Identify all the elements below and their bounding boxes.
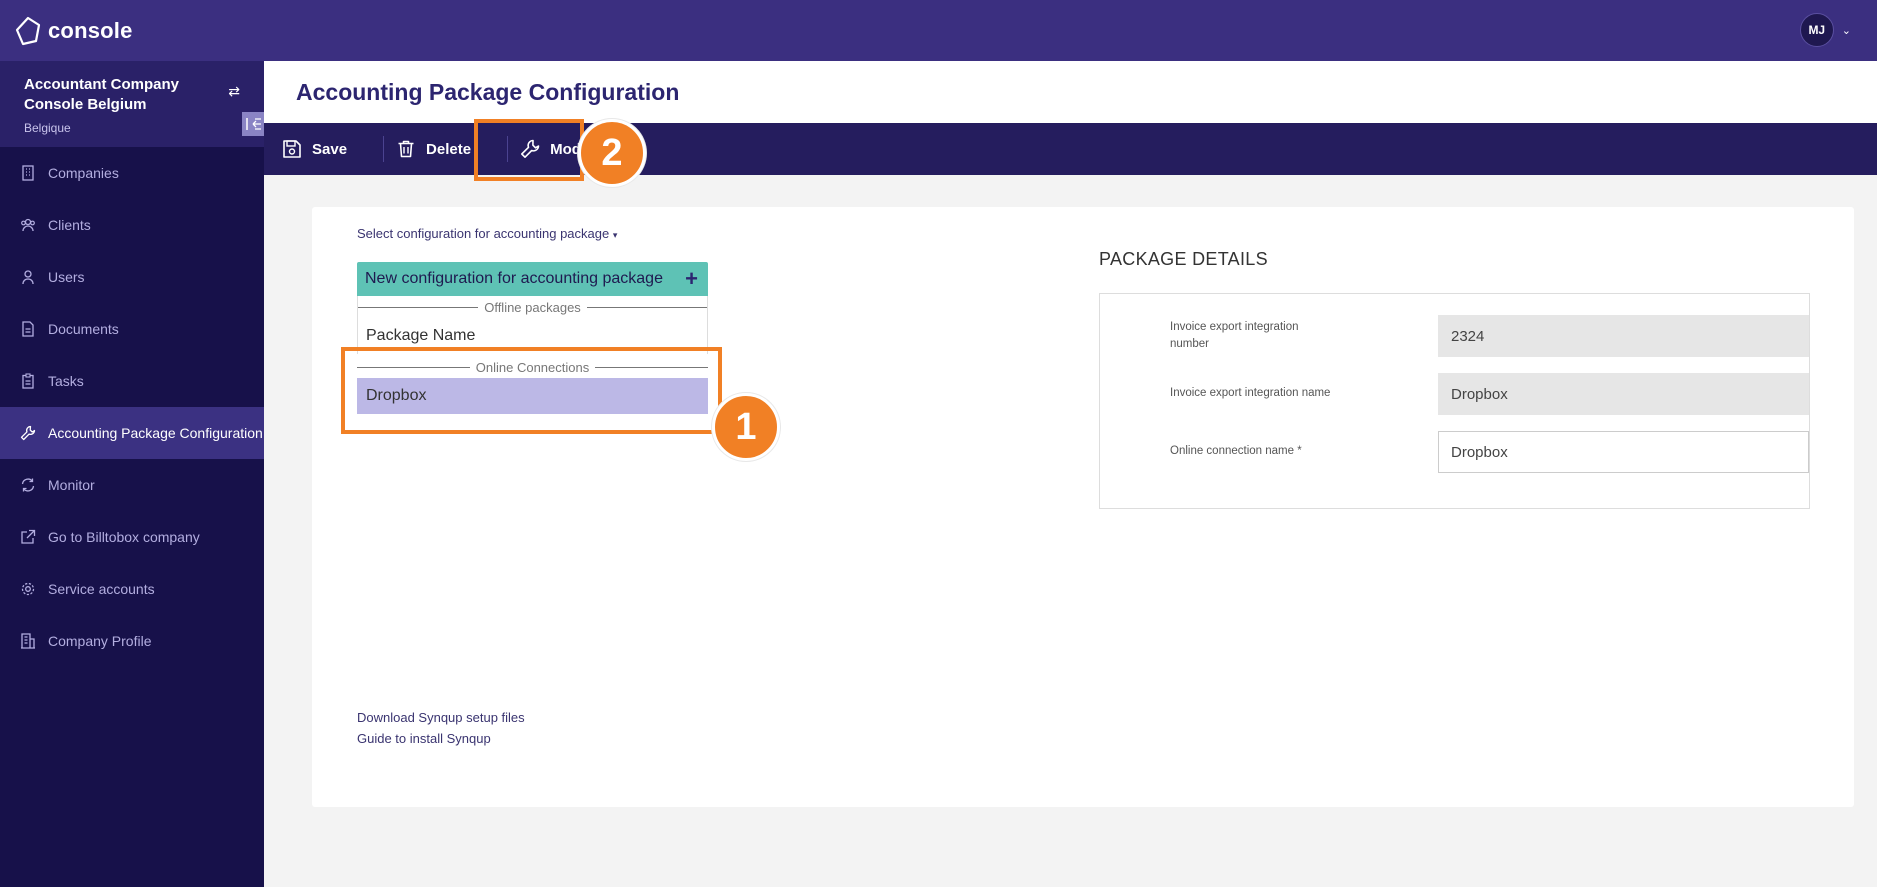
save-label: Save <box>312 140 348 158</box>
toolbar-divider <box>383 136 385 162</box>
logo-text: console <box>48 17 133 43</box>
new-configuration-button[interactable]: New configuration for accounting package… <box>357 262 708 296</box>
building-icon <box>22 165 34 181</box>
plus-icon: + <box>685 266 698 291</box>
collapse-icon <box>246 118 261 130</box>
top-bar: console MJ ⌄ <box>0 0 1877 61</box>
sidebar-item-label: Users <box>48 269 85 285</box>
sidebar-item-label: Documents <box>48 321 119 337</box>
users-group-icon <box>21 218 35 232</box>
sidebar-nav: Companies Clients Users Documents Tasks … <box>0 147 264 667</box>
gear-icon <box>21 582 35 596</box>
field-invoice-export-integration-number: Invoice export integration number 2324 <box>1170 315 1809 357</box>
caret-down-icon: ▾ <box>612 230 618 240</box>
sidebar-item-label: Clients <box>48 217 91 233</box>
page-header: Accounting Package Configuration <box>264 61 1877 123</box>
user-menu[interactable]: MJ ⌄ <box>1799 13 1851 47</box>
offline-packages-header: Offline packages <box>358 296 707 318</box>
switch-company-icon[interactable]: ⇄ <box>228 83 240 100</box>
clipboard-icon <box>22 373 34 389</box>
document-icon <box>22 321 34 337</box>
sidebar-item-accounting-package-configuration[interactable]: Accounting Package Configuration <box>0 407 264 459</box>
console-logo-icon <box>15 16 41 45</box>
collapse-sidebar-button[interactable] <box>242 112 266 136</box>
sidebar-item-go-to-billtobox[interactable]: Go to Billtobox company <box>0 511 264 563</box>
sidebar-item-label: Tasks <box>48 373 84 389</box>
field-label: Invoice export integration number <box>1170 321 1299 350</box>
trash-icon <box>398 140 414 158</box>
online-connection-name-input[interactable]: Dropbox <box>1438 431 1809 473</box>
content-card: Select configuration for accounting pack… <box>312 207 1854 807</box>
select-configuration-dropdown[interactable]: Select configuration for accounting pack… <box>357 226 617 241</box>
sidebar-item-company-profile[interactable]: Company Profile <box>0 615 264 667</box>
sidebar-item-label: Go to Billtobox company <box>48 529 200 545</box>
field-online-connection-name: Online connection name * Dropbox <box>1170 431 1809 473</box>
sidebar-item-companies[interactable]: Companies <box>0 147 264 199</box>
sidebar-item-tasks[interactable]: Tasks <box>0 355 264 407</box>
sidebar-item-monitor[interactable]: Monitor <box>0 459 264 511</box>
new-configuration-label: New configuration for accounting package <box>365 270 663 287</box>
office-building-icon <box>21 633 35 649</box>
company-country: Belgique <box>24 121 71 135</box>
sidebar-item-label: Company Profile <box>48 633 152 649</box>
step-badge-2: 2 <box>578 119 646 187</box>
sidebar-item-users[interactable]: Users <box>0 251 264 303</box>
refresh-icon <box>21 478 35 492</box>
avatar[interactable]: MJ <box>1799 13 1834 47</box>
package-details-title: PACKAGE DETAILS <box>1099 249 1268 269</box>
logo[interactable]: console <box>14 16 133 46</box>
sidebar: Accountant Company Console Belgium Belgi… <box>0 61 266 887</box>
company-switcher: Accountant Company Console Belgium Belgi… <box>0 61 266 147</box>
sidebar-item-clients[interactable]: Clients <box>0 199 264 251</box>
page-title: Accounting Package Configuration <box>296 79 680 105</box>
sidebar-item-label: Service accounts <box>48 581 155 597</box>
modify-highlight-box <box>474 119 584 181</box>
guide-synqup-link[interactable]: Guide to install Synqup <box>357 728 525 749</box>
save-button[interactable]: Save <box>282 123 359 175</box>
select-configuration-label: Select configuration for accounting pack… <box>357 226 610 241</box>
sidebar-item-label: Companies <box>48 165 119 181</box>
external-link-icon <box>21 529 36 544</box>
setup-links: Download Synqup setup files Guide to ins… <box>357 707 525 749</box>
field-label: Online connection name * <box>1170 445 1302 457</box>
user-icon <box>22 270 34 285</box>
package-details-panel: Invoice export integration number 2324 I… <box>1099 293 1810 509</box>
company-name: Accountant Company Console Belgium <box>24 76 180 113</box>
invoice-export-integration-name-input: Dropbox <box>1438 373 1809 415</box>
offline-packages-group: Offline packages Package Name <box>357 296 708 354</box>
field-label: Invoice export integration name <box>1170 387 1331 399</box>
sidebar-item-service-accounts[interactable]: Service accounts <box>0 563 264 615</box>
field-invoice-export-integration-name: Invoice export integration name Dropbox <box>1170 373 1809 415</box>
delete-label: Delete <box>426 140 472 158</box>
package-item-label: Package Name <box>366 327 476 344</box>
chevron-down-icon[interactable]: ⌄ <box>1842 24 1851 37</box>
download-synqup-link[interactable]: Download Synqup setup files <box>357 707 525 728</box>
invoice-export-integration-number-input: 2324 <box>1438 315 1809 357</box>
sidebar-item-label: Accounting Package Configuration <box>48 425 263 441</box>
sidebar-item-documents[interactable]: Documents <box>0 303 264 355</box>
online-connection-highlight-box <box>341 347 722 434</box>
save-icon <box>283 140 301 158</box>
sidebar-item-label: Monitor <box>48 477 95 493</box>
delete-button[interactable]: Delete <box>396 123 483 175</box>
step-badge-1: 1 <box>712 393 780 461</box>
wrench-icon <box>20 425 36 441</box>
